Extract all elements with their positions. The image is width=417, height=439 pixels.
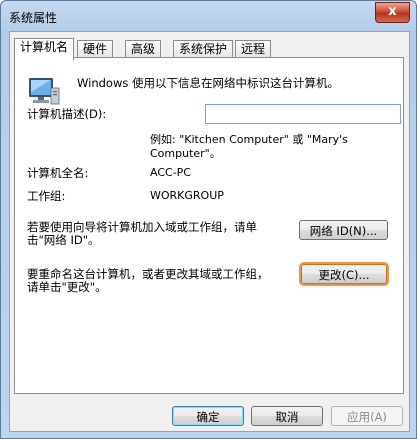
change-button[interactable]: 更改(C)... — [301, 264, 387, 284]
workgroup-value: WORKGROUP — [150, 189, 224, 202]
tab-remote[interactable]: 远程 — [235, 40, 272, 57]
computer-name-panel: Windows 使用以下信息在网络中标识这台计算机。 计算机描述(D): 例如:… — [14, 57, 404, 394]
tab-hardware[interactable]: 硬件 — [77, 40, 114, 57]
network-id-text: 若要使用向导将计算机加入域或工作组，请单 击"网络 ID"。 — [27, 221, 257, 247]
apply-button[interactable]: 应用(A) — [331, 406, 403, 426]
computer-description-input[interactable] — [205, 104, 401, 124]
tab-system-protection[interactable]: 系统保护 — [173, 40, 234, 57]
full-name-label: 计算机全名: — [27, 166, 89, 180]
full-name-value: ACC-PC — [150, 166, 191, 179]
ok-button[interactable]: 确定 — [172, 406, 244, 426]
close-icon: x — [388, 4, 397, 19]
window-title: 系统属性 — [9, 11, 58, 25]
example-text: 例如: "Kitchen Computer" 或 "Mary's Compute… — [150, 133, 348, 161]
change-text-line-2: 请单击"更改"。 — [27, 280, 107, 294]
example-line-2: Computer"。 — [150, 147, 221, 160]
close-button[interactable]: x — [375, 2, 410, 23]
intro-text: Windows 使用以下信息在网络中标识这台计算机。 — [77, 76, 339, 90]
title-bar: 系统属性 x — [1, 1, 416, 31]
change-text: 要重命名这台计算机，或者更改其域或工作组， 请单击"更改"。 — [27, 268, 269, 294]
tab-advanced[interactable]: 高级 — [125, 40, 162, 57]
computer-icon — [29, 78, 60, 105]
example-line-1: 例如: "Kitchen Computer" 或 "Mary's — [150, 133, 348, 146]
dialog-client: 计算机名 硬件 高级 系统保护 远程 Windows 使用以下信息在网络中标识这… — [9, 31, 410, 432]
cancel-button[interactable]: 取消 — [251, 406, 323, 426]
network-id-text-line-2: 击"网络 ID"。 — [27, 233, 100, 247]
tab-computer-name[interactable]: 计算机名 — [14, 38, 75, 60]
workgroup-label: 工作组: — [27, 189, 66, 203]
system-properties-window: 系统属性 x 计算机名 硬件 高级 系统保护 远程 Windows 使用以下信息… — [0, 0, 417, 439]
network-id-button[interactable]: 网络 ID(N)... — [299, 220, 388, 240]
description-label: 计算机描述(D): — [27, 107, 107, 121]
